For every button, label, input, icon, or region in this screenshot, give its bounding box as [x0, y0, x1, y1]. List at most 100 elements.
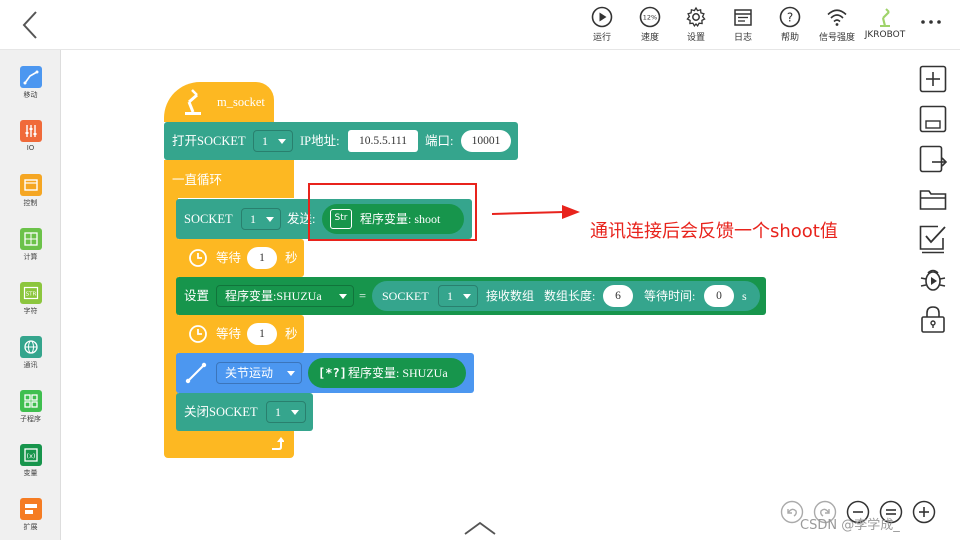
collapse-chevron-up-icon[interactable] — [462, 520, 498, 536]
lock-icon[interactable] — [918, 304, 948, 334]
variable-dropdown[interactable]: 程序变量:SHUZUa — [216, 285, 354, 307]
seconds-unit-label: 秒 — [285, 327, 298, 341]
palette-variable[interactable]: (x) 变量 — [0, 444, 61, 490]
motion-mode-dropdown[interactable]: 关节运动 — [216, 362, 302, 384]
ip-label: IP地址: — [300, 134, 340, 148]
palette-compute[interactable]: 计算 — [0, 228, 61, 274]
run-button[interactable]: 运行 — [577, 6, 627, 48]
watermark: CSDN @李学成_ — [800, 518, 900, 533]
svg-text:?: ? — [787, 11, 793, 25]
socket-id-value: 1 — [262, 134, 268, 148]
top-toolbar: 运行 12% 速度 设置 日志 ? 帮助 信号强度 JKROBOT — [0, 0, 960, 50]
highlight-box — [308, 183, 477, 241]
move-category-icon — [19, 66, 42, 88]
subroutine-category-icon — [19, 390, 42, 412]
signal-label: 信号强度 — [818, 33, 855, 43]
save-as-icon[interactable] — [918, 144, 948, 174]
gear-icon — [686, 6, 706, 28]
robot-arm-icon — [880, 8, 890, 27]
seconds-unit-label: 秒 — [285, 251, 298, 265]
checklist-icon[interactable] — [918, 224, 948, 254]
log-label: 日志 — [733, 33, 752, 43]
socket-receive-reporter[interactable]: SOCKET 1 接收数组 数组长度: 6 等待时间: 0 s — [372, 281, 760, 311]
palette-control[interactable]: 控制 — [0, 174, 61, 220]
chevron-down-icon — [463, 294, 471, 299]
hat-block[interactable]: m_socket — [164, 82, 274, 122]
array-length-label: 数组长度: — [544, 289, 596, 303]
zoom-in-icon[interactable] — [912, 500, 936, 524]
robot-button[interactable]: JKROBOT — [860, 6, 910, 48]
loop-label: 一直循环 — [172, 173, 223, 187]
wait-seconds-input[interactable]: 1 — [247, 247, 277, 269]
port-input[interactable]: 10001 — [461, 130, 511, 152]
back-arrow-icon[interactable] — [14, 8, 48, 42]
equals-label: = — [359, 289, 367, 303]
chevron-down-icon — [287, 371, 295, 376]
signal-strength-indicator: 信号强度 — [812, 6, 862, 48]
loop-footer — [164, 430, 294, 458]
comm-category-icon — [19, 336, 42, 358]
palette-label: 移动 — [23, 91, 38, 99]
palette-comm[interactable]: 通讯 — [0, 336, 61, 382]
timeout-input[interactable]: 0 — [704, 285, 734, 307]
speed-icon: 12% — [639, 6, 661, 28]
palette-move[interactable]: 移动 — [0, 66, 61, 112]
chevron-down-icon — [291, 410, 299, 415]
wait-seconds-input[interactable]: 1 — [247, 323, 277, 345]
log-button[interactable]: 日志 — [718, 6, 768, 48]
add-icon[interactable] — [918, 64, 948, 94]
close-socket-block[interactable]: 关闭SOCKET 1 — [176, 393, 313, 431]
palette-label: 计算 — [23, 253, 38, 261]
palette-string[interactable]: STR 字符 — [0, 282, 61, 328]
array-length-input[interactable]: 6 — [603, 285, 633, 307]
help-label: 帮助 — [780, 33, 799, 43]
run-label: 运行 — [592, 33, 611, 43]
array-variable-icon: [*?] — [318, 366, 347, 380]
string-category-icon: STR — [19, 282, 42, 304]
forever-loop-block[interactable]: 一直循环 — [164, 160, 294, 198]
palette-label: 字符 — [23, 307, 38, 315]
speed-label: 速度 — [640, 33, 659, 43]
socket-label: SOCKET — [382, 289, 429, 303]
settings-button[interactable]: 设置 — [671, 6, 721, 48]
save-icon[interactable] — [918, 104, 948, 134]
more-icon[interactable] — [918, 12, 944, 32]
palette-io[interactable]: IO — [0, 120, 61, 166]
socket-label: SOCKET — [184, 212, 233, 226]
socket-id-dropdown[interactable]: 1 — [438, 285, 478, 307]
help-icon: ? — [779, 6, 801, 28]
folder-icon[interactable] — [918, 184, 948, 214]
chevron-down-icon — [266, 217, 274, 222]
socket-id-value: 1 — [250, 212, 256, 226]
socket-id-dropdown[interactable]: 1 — [266, 401, 306, 423]
joint-move-block[interactable]: 关节运动 [*?] 程序变量: SHUZUa — [176, 353, 474, 393]
timeout-label: 等待时间: — [644, 289, 696, 303]
compute-category-icon — [19, 228, 42, 250]
help-button[interactable]: ? 帮助 — [765, 6, 815, 48]
svg-text:STR: STR — [25, 292, 36, 298]
robot-arm-icon — [185, 89, 201, 115]
socket-id-value: 1 — [447, 289, 453, 303]
wait-label: 等待 — [216, 327, 242, 341]
palette-subroutine[interactable]: 子程序 — [0, 390, 61, 436]
palette-label: 子程序 — [20, 415, 41, 423]
wait-block[interactable]: 等待 1 秒 — [176, 315, 304, 353]
wifi-icon — [827, 9, 847, 26]
block-palette: 移动 IO 控制 计算 STR 字符 通讯 子程序 (x) 变量 扩展 — [0, 50, 61, 540]
set-variable-block[interactable]: 设置 程序变量:SHUZUa = SOCKET 1 接收数组 数组长度: 6 等… — [176, 277, 766, 315]
array-variable-reporter[interactable]: [*?] 程序变量: SHUZUa — [308, 358, 466, 388]
socket-id-dropdown[interactable]: 1 — [253, 130, 293, 152]
palette-extension[interactable]: 扩展 — [0, 498, 61, 540]
debug-bug-icon[interactable] — [918, 264, 948, 294]
wait-block[interactable]: 等待 1 秒 — [176, 239, 304, 277]
io-category-icon — [19, 120, 42, 142]
speed-button[interactable]: 12% 速度 — [625, 6, 675, 48]
ip-address-input[interactable]: 10.5.5.111 — [348, 130, 418, 152]
receive-array-label: 接收数组 — [486, 289, 535, 303]
move-line-icon — [185, 362, 207, 384]
hat-label: m_socket — [217, 95, 265, 109]
socket-id-dropdown[interactable]: 1 — [241, 208, 281, 230]
open-socket-label: 打开SOCKET — [172, 134, 246, 148]
speed-value: 12% — [643, 14, 657, 22]
open-socket-block[interactable]: 打开SOCKET 1 IP地址: 10.5.5.111 端口: 10001 — [164, 122, 518, 160]
